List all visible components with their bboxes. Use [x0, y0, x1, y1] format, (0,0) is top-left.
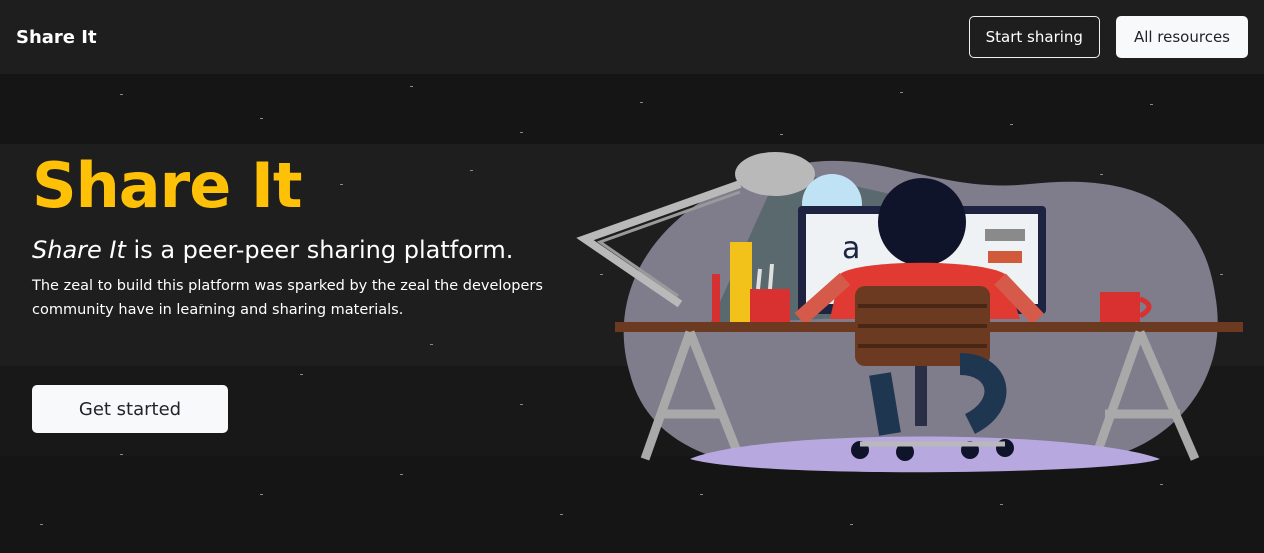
developer-at-desk-illustration: a — [576, 152, 1243, 473]
person-head — [878, 178, 966, 266]
lamp-shade — [735, 152, 815, 196]
pencil — [768, 263, 774, 290]
hero-description: The zeal to build this platform was spar… — [32, 278, 543, 318]
hero-title: Share It — [32, 149, 303, 222]
red-mug — [1100, 292, 1140, 322]
get-started-button[interactable]: Get started — [32, 385, 228, 433]
brand-logo[interactable]: Share It — [16, 27, 97, 48]
screen-widget — [988, 251, 1022, 263]
red-pencil-cup — [750, 289, 790, 324]
red-book — [712, 274, 720, 324]
hero-subtitle: Share It is a peer-peer sharing platform… — [32, 234, 513, 266]
pencil — [756, 268, 762, 290]
hero-subtitle-brand: Share It — [32, 236, 126, 264]
all-resources-button[interactable]: All resources — [1115, 16, 1248, 58]
nav-actions: Start sharing All resources — [968, 16, 1248, 58]
chair-stem — [915, 366, 927, 426]
screen-letter: a — [842, 231, 860, 266]
screen-widget — [985, 229, 1025, 241]
hero-subtitle-text: is a peer-peer sharing platform. — [125, 236, 514, 264]
yellow-book — [730, 242, 752, 324]
top-navbar: Share It Start sharing All resources — [0, 0, 1264, 74]
start-sharing-button[interactable]: Start sharing — [968, 16, 1100, 58]
